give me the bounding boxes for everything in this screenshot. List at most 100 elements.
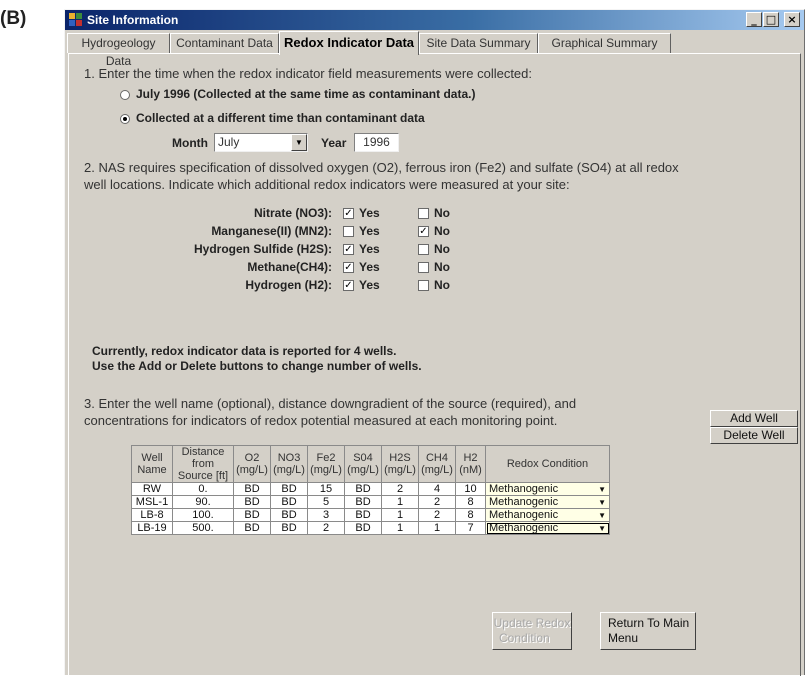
table-cell[interactable]: BD: [344, 521, 382, 535]
close-button[interactable]: ×: [784, 12, 800, 27]
update-redox-condition-button[interactable]: Update Redox Condition: [492, 612, 572, 650]
add-well-button[interactable]: Add Well: [710, 410, 798, 427]
chevron-down-icon[interactable]: ▼: [598, 496, 606, 509]
month-select[interactable]: July ▼: [214, 133, 308, 152]
indicator-no-label: No: [434, 278, 450, 292]
chevron-down-icon[interactable]: ▼: [291, 134, 307, 151]
return-button-line1: Return To Main: [608, 616, 690, 630]
indicator-label: Methane(CH4):: [247, 260, 332, 274]
year-label: Year: [321, 136, 347, 150]
radio-different-time-label: Collected at a different time than conta…: [136, 111, 425, 125]
column-header: CH4 (mg/L): [418, 445, 456, 483]
return-to-main-menu-button[interactable]: Return To Main Menu: [600, 612, 696, 650]
tab-strip: Hydrogeology Data Contaminant Data Redox…: [65, 31, 804, 68]
tab-hydrogeology-data[interactable]: Hydrogeology Data: [67, 33, 170, 68]
table-cell[interactable]: 100.: [172, 508, 234, 522]
radio-same-time-label: July 1996 (Collected at the same time as…: [136, 87, 476, 101]
table-cell[interactable]: 2: [381, 482, 419, 496]
step1-prompt: 1. Enter the time when the redox indicat…: [84, 66, 533, 81]
radio-different-time[interactable]: [120, 114, 130, 124]
table-cell[interactable]: 0.: [172, 482, 234, 496]
table-cell[interactable]: 2: [307, 521, 345, 535]
column-header: Well Name: [131, 445, 173, 483]
indicator-yes-checkbox[interactable]: [343, 226, 354, 237]
update-button-line2: Condition: [499, 631, 550, 645]
table-cell[interactable]: 500.: [172, 521, 234, 535]
table-cell[interactable]: LB-8: [131, 508, 173, 522]
table-cell[interactable]: 10: [455, 482, 486, 496]
table-cell[interactable]: BD: [344, 482, 382, 496]
redox-condition-select[interactable]: Methanogenic ▼: [485, 521, 610, 535]
table-cell[interactable]: 3: [307, 508, 345, 522]
table-cell[interactable]: LB-19: [131, 521, 173, 535]
indicator-yes-checkbox[interactable]: ✓: [343, 262, 354, 273]
table-cell[interactable]: BD: [270, 521, 308, 535]
table-cell[interactable]: BD: [344, 495, 382, 509]
indicator-no-label: No: [434, 242, 450, 256]
column-header: Redox Condition: [485, 445, 610, 483]
column-header: H2 (nM): [455, 445, 486, 483]
delete-well-button[interactable]: Delete Well: [710, 427, 798, 444]
table-cell[interactable]: RW: [131, 482, 173, 496]
table-cell[interactable]: 1: [418, 521, 456, 535]
table-cell[interactable]: BD: [233, 508, 271, 522]
table-cell[interactable]: BD: [270, 508, 308, 522]
month-label: Month: [172, 136, 208, 150]
chevron-down-icon[interactable]: ▼: [598, 483, 606, 496]
redox-condition-select[interactable]: Methanogenic ▼: [485, 495, 610, 509]
table-cell[interactable]: 2: [418, 508, 456, 522]
app-icon: [69, 13, 83, 27]
indicator-no-checkbox[interactable]: [418, 280, 429, 291]
table-cell[interactable]: 1: [381, 508, 419, 522]
table-cell[interactable]: 8: [455, 508, 486, 522]
column-header: NO3 (mg/L): [270, 445, 308, 483]
site-information-window: Site Information _ □ × Hydrogeology Data…: [64, 9, 805, 676]
maximize-button[interactable]: □: [763, 12, 779, 27]
step2-prompt-line2: well locations. Indicate which additiona…: [84, 177, 570, 192]
table-cell[interactable]: BD: [233, 495, 271, 509]
table-cell[interactable]: 15: [307, 482, 345, 496]
tab-site-data-summary[interactable]: Site Data Summary: [419, 33, 538, 53]
indicator-no-checkbox[interactable]: ✓: [418, 226, 429, 237]
table-cell[interactable]: 1: [381, 521, 419, 535]
table-cell[interactable]: 4: [418, 482, 456, 496]
indicator-yes-checkbox[interactable]: ✓: [343, 208, 354, 219]
title-bar[interactable]: Site Information _ □ ×: [65, 10, 804, 30]
redox-condition-select[interactable]: Methanogenic ▼: [485, 508, 610, 522]
radio-same-time[interactable]: [120, 90, 130, 100]
table-cell[interactable]: BD: [233, 482, 271, 496]
redox-indicator-panel: 1. Enter the time when the redox indicat…: [68, 53, 801, 676]
table-row: LB-19 500. BD BD 2 BD 1 1 7 Methanogenic ▼: [131, 521, 610, 535]
table-cell[interactable]: MSL-1: [131, 495, 173, 509]
tab-graphical-summary[interactable]: Graphical Summary: [538, 33, 671, 53]
indicator-yes-checkbox[interactable]: ✓: [343, 280, 354, 291]
column-header: Fe2 (mg/L): [307, 445, 345, 483]
table-cell[interactable]: 90.: [172, 495, 234, 509]
redox-data-table: Well Name Distance from Source [ft] O2 (mg/L)…: [131, 445, 610, 535]
indicator-yes-checkbox[interactable]: ✓: [343, 244, 354, 255]
tab-redox-indicator-data[interactable]: Redox Indicator Data: [279, 31, 419, 55]
table-cell[interactable]: BD: [270, 495, 308, 509]
table-cell[interactable]: BD: [344, 508, 382, 522]
table-cell[interactable]: BD: [233, 521, 271, 535]
indicator-no-checkbox[interactable]: [418, 244, 429, 255]
indicator-no-checkbox[interactable]: [418, 262, 429, 273]
table-cell[interactable]: 2: [418, 495, 456, 509]
table-cell[interactable]: 1: [381, 495, 419, 509]
minimize-button[interactable]: _: [746, 12, 762, 27]
table-cell[interactable]: 5: [307, 495, 345, 509]
redox-condition-select[interactable]: Methanogenic ▼: [485, 482, 610, 496]
table-cell[interactable]: 7: [455, 521, 486, 535]
indicator-no-checkbox[interactable]: [418, 208, 429, 219]
redox-condition-value: Methanogenic: [489, 483, 559, 495]
indicator-no-label: No: [434, 260, 450, 274]
chevron-down-icon[interactable]: ▼: [598, 509, 606, 522]
year-input[interactable]: 1996: [354, 133, 399, 152]
indicator-no-label: No: [434, 224, 450, 238]
table-cell[interactable]: 8: [455, 495, 486, 509]
chevron-down-icon[interactable]: ▼: [598, 522, 606, 535]
column-header: H2S (mg/L): [381, 445, 419, 483]
table-cell[interactable]: BD: [270, 482, 308, 496]
tab-contaminant-data[interactable]: Contaminant Data: [170, 33, 279, 53]
table-row: RW 0. BD BD 15 BD 2 4 10 Methanogenic ▼: [131, 482, 610, 496]
